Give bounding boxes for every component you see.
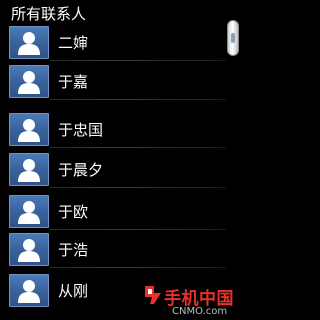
watermark-subtitle: CNMO.com	[172, 306, 228, 317]
list-item[interactable]: 于嘉	[0, 62, 226, 100]
divider	[50, 267, 226, 268]
list-item[interactable]: 于欧	[0, 192, 226, 230]
divider	[50, 99, 226, 100]
list-item[interactable]: 于晨夕	[0, 150, 226, 188]
contact-avatar-icon	[9, 195, 49, 228]
list-item[interactable]: 于忠国	[0, 110, 226, 148]
contact-avatar-icon	[9, 233, 49, 266]
header: 所有联系人	[0, 0, 240, 23]
contact-name: 于嘉	[58, 73, 89, 91]
contact-avatar-icon	[9, 65, 49, 98]
contact-name: 从刚	[58, 282, 89, 300]
contact-avatar-icon	[9, 153, 49, 186]
divider	[50, 187, 226, 188]
watermark: 手机中国 CNMO.com	[142, 282, 240, 320]
scrollbar-track[interactable]	[226, 23, 240, 320]
contact-name: 二婶	[58, 34, 89, 52]
list-item[interactable]: 二婶	[0, 23, 226, 61]
contact-name: 于忠国	[58, 121, 104, 139]
contact-avatar-icon	[9, 274, 49, 307]
cnmo-logo-icon	[145, 286, 161, 304]
contact-name: 于欧	[58, 203, 89, 221]
page-title: 所有联系人	[11, 5, 87, 23]
divider	[50, 147, 226, 148]
scrollbar-thumb[interactable]	[227, 20, 239, 56]
contact-avatar-icon	[9, 113, 49, 146]
contact-name: 于晨夕	[58, 161, 104, 179]
contact-name: 于浩	[58, 241, 89, 259]
divider	[50, 60, 226, 61]
scrollbar-grip	[231, 33, 235, 43]
contact-avatar-icon	[9, 26, 49, 59]
list-item[interactable]: 于浩	[0, 230, 226, 268]
